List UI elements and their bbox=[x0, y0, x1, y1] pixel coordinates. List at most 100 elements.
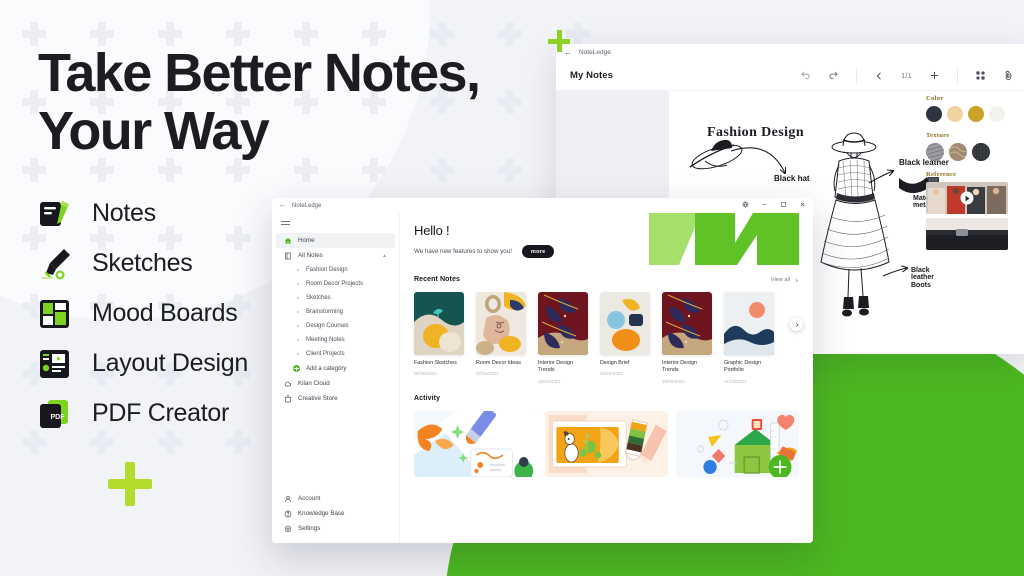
note-thumbnail bbox=[476, 292, 526, 355]
sidebar-item-all-notes[interactable]: All Notes ▲ bbox=[276, 248, 395, 263]
note-thumbnail bbox=[414, 292, 464, 355]
note-thumbnail bbox=[600, 292, 650, 355]
color-swatch[interactable] bbox=[926, 106, 942, 122]
greeting-sub-row: We have new features to show you! more bbox=[414, 245, 555, 258]
sidebar-item-account[interactable]: Account bbox=[276, 491, 395, 506]
notes-icon bbox=[38, 197, 72, 231]
note-date: 10/03/2021 bbox=[538, 378, 561, 384]
reference-image[interactable] bbox=[926, 182, 1008, 214]
activity-title: Activity bbox=[414, 394, 441, 402]
undo-icon[interactable] bbox=[800, 70, 811, 81]
paperclip-icon[interactable] bbox=[1003, 70, 1014, 81]
sidebar-item-brainstorming[interactable]: Brainstorming bbox=[272, 305, 399, 319]
notes-next-button[interactable] bbox=[790, 318, 803, 331]
texture-swatch[interactable] bbox=[972, 143, 990, 161]
recent-notes-header: Recent Notes View all bbox=[414, 276, 799, 283]
sidebar-item-label: Room Decor Projects bbox=[306, 281, 364, 288]
editor-inspector-panel: Color Texture Reference bbox=[926, 95, 1016, 250]
color-swatch[interactable] bbox=[968, 106, 984, 122]
sidebar-item-meeting-notes[interactable]: Meeting Notes bbox=[272, 333, 399, 347]
reference-image[interactable] bbox=[926, 218, 1008, 250]
chevron-up-icon[interactable]: ▲ bbox=[382, 253, 387, 259]
sidebar-item-label: Fashion Design bbox=[306, 267, 348, 274]
feature-label: Layout Design bbox=[92, 349, 248, 378]
color-swatch[interactable] bbox=[989, 106, 1005, 122]
add-category-button[interactable]: Add a category bbox=[272, 361, 399, 376]
pdf-creator-icon: PDF bbox=[38, 397, 72, 431]
chevron-right-icon bbox=[795, 278, 798, 282]
activity-card[interactable] bbox=[545, 410, 668, 477]
texture-swatch[interactable] bbox=[949, 143, 967, 161]
color-swatch[interactable] bbox=[947, 106, 963, 122]
sidebar-item-creative-store[interactable]: Creative Store bbox=[276, 391, 395, 406]
annotation-black-hat: Black hat bbox=[774, 174, 810, 183]
note-title: Graphic Design Portfolio bbox=[724, 360, 762, 374]
note-card[interactable]: Room Decor Ideas 07/02/2021 bbox=[476, 292, 526, 384]
view-all-button[interactable]: View all bbox=[771, 277, 799, 283]
grid-view-icon[interactable] bbox=[975, 70, 986, 81]
sidebar-item-label: Design Courses bbox=[306, 323, 349, 330]
sidebar-item-label: Creative Store bbox=[298, 395, 338, 403]
editor-doc-title: My Notes bbox=[570, 70, 614, 81]
close-icon[interactable] bbox=[799, 201, 806, 210]
sidebar-item-label: Meeting Notes bbox=[306, 337, 345, 344]
sidebar-item-client-projects[interactable]: Client Projects bbox=[272, 347, 399, 361]
sidebar-item-knowledge-base[interactable]: Knowledge Base bbox=[276, 506, 395, 521]
texture-section-label: Texture bbox=[926, 132, 950, 139]
editor-toolbar: My Notes 1/1 bbox=[556, 61, 1024, 91]
redo-icon[interactable] bbox=[828, 70, 839, 81]
sidebar-item-kilan-cloud[interactable]: Kilan Cloud bbox=[276, 376, 395, 391]
hamburger-icon[interactable] bbox=[272, 217, 399, 233]
bullet-icon bbox=[297, 269, 299, 272]
play-icon[interactable] bbox=[960, 191, 974, 205]
texture-swatch-row bbox=[926, 143, 1016, 161]
page-title: Take Better Notes, Your Way bbox=[38, 44, 558, 161]
sidebar-item-fashion-design[interactable]: Fashion Design bbox=[272, 263, 399, 277]
note-title: Room Decor Ideas bbox=[476, 360, 521, 366]
decorative-plus-small bbox=[548, 30, 570, 52]
sidebar-item-settings[interactable]: Settings bbox=[276, 521, 395, 536]
sidebar-item-label: Home bbox=[298, 237, 315, 245]
note-card[interactable]: Fashion Sketches 06/30/2021 bbox=[414, 292, 464, 384]
feature-label: Mood Boards bbox=[92, 299, 238, 328]
activity-strip bbox=[414, 410, 799, 477]
mood-boards-icon bbox=[38, 297, 72, 331]
maximize-icon[interactable] bbox=[780, 201, 787, 210]
note-date: 11/23/2021 bbox=[724, 378, 747, 384]
color-swatch-row bbox=[926, 106, 1016, 122]
page-indicator: 1/1 bbox=[900, 71, 912, 80]
note-card[interactable]: Interior Design Trends 10/03/2021 bbox=[538, 292, 588, 384]
bullet-icon bbox=[297, 353, 299, 356]
sidebar-item-design-courses[interactable]: Design Courses bbox=[272, 319, 399, 333]
greeting-hero: Hello ! We have new features to show you… bbox=[400, 213, 813, 265]
content-scroll-area[interactable]: Recent Notes View all Fashion Sketches 0… bbox=[400, 265, 813, 543]
sidebar-item-sketches[interactable]: Sketches bbox=[272, 291, 399, 305]
globe-icon[interactable] bbox=[742, 201, 749, 210]
sidebar-item-label: Kilan Cloud bbox=[298, 380, 330, 388]
gear-icon bbox=[284, 525, 292, 533]
plus-icon[interactable] bbox=[929, 70, 940, 81]
texture-swatch[interactable] bbox=[926, 143, 944, 161]
feature-label: PDF Creator bbox=[92, 399, 230, 428]
note-title: Fashion Sketches bbox=[414, 360, 457, 366]
activity-card[interactable] bbox=[414, 410, 537, 477]
activity-card[interactable] bbox=[676, 410, 799, 477]
sidebar-item-label: Knowledge Base bbox=[298, 510, 345, 517]
minimize-icon[interactable] bbox=[761, 201, 768, 210]
arrow-left-icon[interactable]: ← bbox=[279, 202, 286, 209]
note-title: Design Brief bbox=[600, 360, 630, 366]
greeting-text: Hello ! bbox=[414, 223, 450, 238]
plus-circle-icon bbox=[293, 365, 300, 373]
sidebar-item-home[interactable]: Home bbox=[276, 233, 395, 249]
chevron-left-icon[interactable] bbox=[874, 71, 884, 81]
note-card[interactable]: Interior Design Trends 10/09/2021 bbox=[662, 292, 712, 384]
sidebar-item-label: Sketches bbox=[306, 295, 331, 302]
decorative-plus-large bbox=[108, 462, 152, 506]
sidebar-bottom-group: Account Knowledge Base Settings bbox=[272, 491, 399, 543]
note-card[interactable]: Graphic Design Portfolio 11/23/2021 bbox=[724, 292, 774, 384]
cloud-icon bbox=[284, 380, 292, 388]
sidebar-item-room-decor-projects[interactable]: Room Decor Projects bbox=[272, 277, 399, 291]
note-card[interactable]: Design Brief 10/24/2021 bbox=[600, 292, 650, 384]
hero-green-graphic bbox=[649, 213, 799, 265]
more-button[interactable]: more bbox=[521, 245, 555, 258]
